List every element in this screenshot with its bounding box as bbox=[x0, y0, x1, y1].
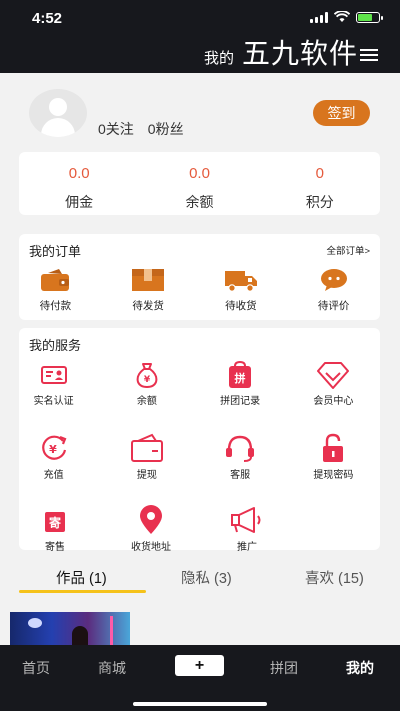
service-label: 提现密码 bbox=[313, 470, 354, 481]
order-pending-receipt[interactable]: 待收货 bbox=[195, 268, 288, 313]
page-header: 我的 五九软件 bbox=[204, 32, 378, 72]
order-label: 待收货 bbox=[225, 300, 257, 312]
group-buy-icon: 拼 bbox=[229, 361, 252, 388]
order-pending-review[interactable]: 待评价 bbox=[287, 268, 380, 313]
svg-text:拼: 拼 bbox=[235, 371, 246, 385]
nav-group-buy[interactable]: 拼团 bbox=[270, 658, 298, 678]
service-withdraw[interactable]: 提现 bbox=[100, 433, 193, 505]
order-pending-payment[interactable]: 待付款 bbox=[9, 268, 102, 313]
nav-mall[interactable]: 商城 bbox=[98, 658, 126, 678]
wallet-value: 0.0 bbox=[68, 165, 90, 182]
work-thumbnail[interactable] bbox=[10, 612, 130, 648]
wallet-value: 0.0 bbox=[189, 165, 210, 182]
wallet-label: 佣金 bbox=[65, 194, 94, 210]
truck-icon bbox=[224, 271, 257, 292]
menu-icon[interactable] bbox=[360, 49, 378, 61]
top-bar: 4:52 我的 五九软件 bbox=[0, 0, 400, 73]
avatar[interactable] bbox=[29, 89, 87, 137]
comment-icon bbox=[320, 269, 347, 291]
order-label: 待发货 bbox=[132, 300, 164, 312]
nav-mine[interactable]: 我的 bbox=[346, 658, 374, 678]
consign-icon: 寄 bbox=[45, 512, 65, 532]
wallet-label: 积分 bbox=[305, 194, 334, 210]
status-time: 4:52 bbox=[32, 10, 63, 27]
wallet-card: 0.0 佣金 0.0 余额 0 积分 bbox=[19, 152, 380, 215]
wallet-label: 余额 bbox=[185, 194, 214, 210]
location-icon bbox=[140, 505, 162, 534]
order-status-row: 待付款 待发货 待收货 待评价 bbox=[19, 268, 380, 313]
page-title: 我的 bbox=[203, 50, 234, 67]
service-label: 实名认证 bbox=[33, 396, 74, 407]
service-member-center[interactable]: 会员中心 bbox=[287, 361, 380, 433]
lock-icon bbox=[323, 433, 344, 462]
following-count[interactable]: 0关注 bbox=[98, 119, 134, 139]
service-label: 充值 bbox=[43, 470, 64, 481]
tab-private[interactable]: 隐私 (3) bbox=[181, 567, 232, 588]
signin-button[interactable]: 签到 bbox=[313, 100, 370, 126]
content-tabs: 作品 (1) 隐私 (3) 喜欢 (15) bbox=[0, 556, 400, 596]
money-bag-icon: ¥ bbox=[136, 363, 158, 388]
headset-icon bbox=[226, 435, 255, 462]
profile-section: 0关注 0粉丝 签到 bbox=[0, 73, 400, 151]
service-label: 客服 bbox=[230, 470, 251, 481]
order-label: 待付款 bbox=[39, 300, 72, 312]
service-label: 余额 bbox=[136, 396, 157, 407]
svg-text:¥: ¥ bbox=[144, 375, 151, 385]
service-label: 收货地址 bbox=[131, 542, 171, 553]
wallet-item-balance[interactable]: 0.0 余额 bbox=[139, 152, 259, 215]
signal-icon bbox=[310, 11, 328, 23]
followers-count[interactable]: 0粉丝 bbox=[148, 119, 184, 139]
service-withdraw-password[interactable]: 提现密码 bbox=[287, 433, 380, 505]
service-label: 会员中心 bbox=[313, 396, 354, 407]
nav-add-button[interactable]: + bbox=[175, 655, 224, 676]
withdraw-icon bbox=[130, 433, 163, 462]
nav-home[interactable]: 首页 bbox=[22, 658, 50, 678]
megaphone-icon bbox=[231, 507, 261, 533]
status-icons bbox=[310, 11, 383, 23]
order-label: 待评价 bbox=[317, 300, 350, 312]
services-grid: 实名认证 ¥ 余额 拼 拼团记录 会员中心 ¥ 充值 提现 客服 提现密码 寄 … bbox=[19, 361, 380, 577]
service-balance[interactable]: ¥ 余额 bbox=[100, 361, 193, 433]
services-title: 我的服务 bbox=[29, 338, 82, 353]
service-label: 寄售 bbox=[45, 542, 65, 553]
service-real-name[interactable]: 实名认证 bbox=[7, 361, 100, 433]
service-recharge[interactable]: ¥ 充值 bbox=[7, 433, 100, 505]
tab-works[interactable]: 作品 (1) bbox=[56, 567, 107, 588]
home-indicator bbox=[133, 702, 267, 706]
svg-text:¥: ¥ bbox=[49, 443, 57, 456]
wifi-icon bbox=[334, 11, 350, 22]
wallet-item-commission[interactable]: 0.0 佣金 bbox=[19, 152, 139, 215]
service-label: 推广 bbox=[237, 542, 257, 553]
id-card-icon bbox=[40, 366, 67, 384]
tab-likes[interactable]: 喜欢 (15) bbox=[305, 567, 364, 588]
all-orders-link[interactable]: 全部订单> bbox=[326, 243, 370, 257]
wallet-item-points[interactable]: 0 积分 bbox=[260, 152, 380, 215]
service-label: 提现 bbox=[136, 470, 157, 481]
diamond-icon bbox=[317, 362, 350, 389]
order-pending-shipment[interactable]: 待发货 bbox=[102, 268, 195, 313]
orders-card: 我的订单 全部订单> 待付款 待发货 待收货 待评价 bbox=[19, 234, 380, 320]
follow-stats: 0关注 0粉丝 bbox=[98, 119, 184, 139]
active-tab-indicator bbox=[19, 590, 146, 593]
box-icon bbox=[132, 269, 165, 291]
service-customer-service[interactable]: 客服 bbox=[194, 433, 287, 505]
wallet-value: 0 bbox=[315, 165, 324, 182]
recharge-icon: ¥ bbox=[41, 435, 67, 460]
services-card: 我的服务 实名认证 ¥ 余额 拼 拼团记录 会员中心 ¥ 充值 提现 客服 提现… bbox=[19, 328, 380, 553]
brand-title: 五九软件 bbox=[241, 37, 358, 70]
battery-icon bbox=[356, 11, 383, 23]
service-label: 拼团记录 bbox=[220, 396, 261, 407]
service-group-buy-records[interactable]: 拼 拼团记录 bbox=[194, 361, 287, 433]
svg-text:寄: 寄 bbox=[49, 515, 61, 530]
wallet-icon bbox=[41, 269, 70, 291]
orders-title: 我的订单 bbox=[29, 244, 82, 259]
